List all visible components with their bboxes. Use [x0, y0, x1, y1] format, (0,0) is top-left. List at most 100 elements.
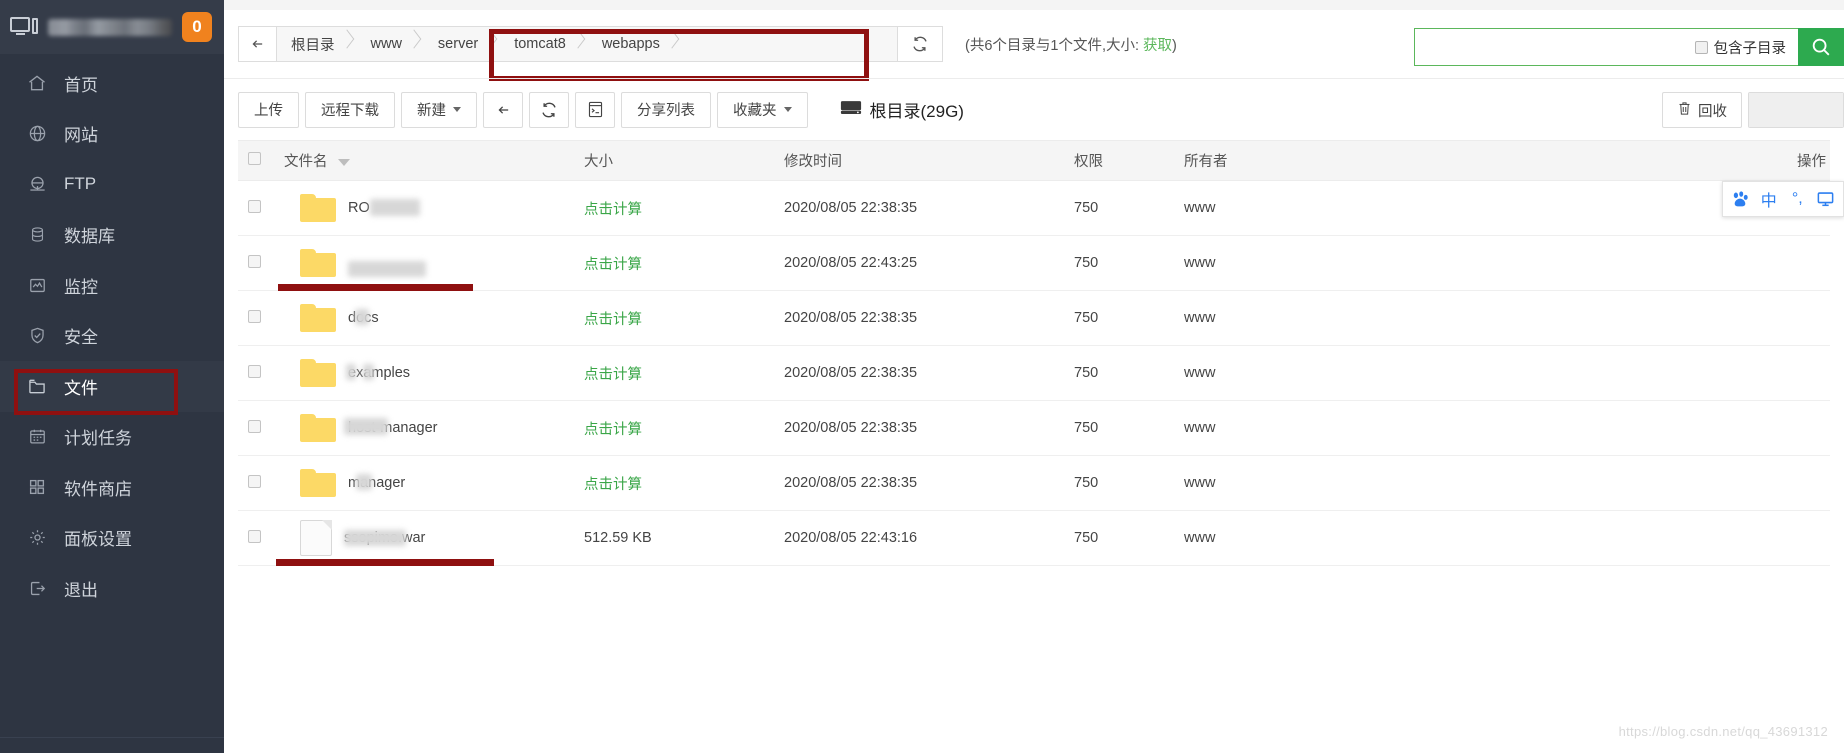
file-name[interactable]: examples [346, 364, 410, 381]
row-checkbox[interactable] [248, 309, 261, 323]
calc-size-link[interactable]: 点击计算 [584, 477, 642, 493]
share-list-button[interactable]: 分享列表 [621, 91, 711, 128]
row-checkbox[interactable] [248, 474, 261, 488]
calc-size-link[interactable]: 点击计算 [584, 367, 642, 383]
remote-download-button[interactable]: 远程下载 [305, 91, 395, 128]
sidebar-item-ftp[interactable]: FTP [0, 159, 224, 210]
recycle-bin-button[interactable]: 回收 [1662, 92, 1742, 128]
sidebar-item-home[interactable]: 首页 [0, 58, 224, 109]
row-ops-cell[interactable] [1418, 290, 1830, 346]
row-checkbox[interactable] [248, 199, 261, 213]
column-header-owner[interactable]: 所有者 [1178, 140, 1418, 181]
row-name-cell[interactable]: host-manager [278, 400, 578, 456]
sort-desc-icon[interactable] [337, 158, 350, 166]
row-perm-cell[interactable]: 750 [1068, 510, 1178, 566]
row-owner-cell[interactable]: www [1178, 455, 1418, 511]
sidebar-item-monitor[interactable]: 监控 [0, 260, 224, 311]
row-owner-cell[interactable]: www [1178, 510, 1418, 566]
toolbar-back-button[interactable] [483, 91, 523, 128]
row-perm-cell[interactable]: 750 [1068, 400, 1178, 456]
notification-badge[interactable]: 0 [182, 12, 212, 42]
row-ops-cell[interactable] [1418, 235, 1830, 291]
calc-size-link[interactable]: 点击计算 [584, 422, 642, 438]
breadcrumb-item-tomcat8[interactable]: tomcat8 [498, 27, 586, 61]
breadcrumb-item-webapps[interactable]: webapps [586, 27, 680, 61]
calc-size-link[interactable]: 点击计算 [584, 202, 642, 218]
search-button[interactable] [1798, 28, 1844, 66]
table-row[interactable]: RO 点击计算 2020/08/05 22:38:35 750 www [238, 180, 1830, 236]
row-checkbox[interactable] [248, 529, 261, 543]
chinese-mode-icon[interactable]: 中 [1756, 182, 1783, 216]
row-owner-cell[interactable]: www [1178, 345, 1418, 401]
new-button[interactable]: 新建 [401, 91, 477, 128]
sidebar-item-database[interactable]: 数据库 [0, 210, 224, 261]
name-mask [348, 261, 426, 277]
file-name[interactable]: ssopimo.war [344, 530, 425, 546]
row-perm-cell[interactable]: 750 [1068, 290, 1178, 346]
table-row[interactable]: 点击计算 2020/08/05 22:43:25 750 www [238, 235, 1830, 291]
row-name-cell[interactable]: docs [278, 290, 578, 346]
breadcrumb-item-root[interactable]: 根目录 [277, 27, 355, 61]
sidebar-item-crontab[interactable]: 计划任务 [0, 412, 224, 463]
row-name-cell[interactable] [278, 235, 578, 291]
row-perm-cell[interactable]: 750 [1068, 345, 1178, 401]
path-back-button[interactable] [238, 26, 276, 62]
table-row[interactable]: docs 点击计算 2020/08/05 22:38:35 750 www [238, 290, 1830, 346]
row-checkbox[interactable] [248, 254, 261, 268]
favorites-button[interactable]: 收藏夹 [717, 91, 808, 128]
row-name-cell[interactable]: examples [278, 345, 578, 401]
path-refresh-button[interactable] [897, 26, 943, 62]
column-header-mtime[interactable]: 修改时间 [778, 140, 1068, 181]
table-row[interactable]: ssopimo.war 512.59 KB 2020/08/05 22:43:1… [238, 510, 1830, 566]
row-perm-cell[interactable]: 750 [1068, 235, 1178, 291]
search-input[interactable] [1413, 28, 1695, 66]
breadcrumb-item-server[interactable]: server [422, 27, 498, 61]
column-header-perm[interactable]: 权限 [1068, 140, 1178, 181]
table-row[interactable]: examples 点击计算 2020/08/05 22:38:35 750 ww… [238, 345, 1830, 401]
row-name-cell[interactable]: manager [278, 455, 578, 511]
sidebar-item-logout[interactable]: 退出 [0, 563, 224, 614]
upload-button[interactable]: 上传 [238, 91, 299, 128]
sidebar-item-files[interactable]: 文件 [0, 361, 224, 412]
row-owner-cell[interactable]: www [1178, 235, 1418, 291]
toolbar-overflow-button[interactable] [1748, 92, 1844, 128]
file-name[interactable]: RO [348, 199, 420, 216]
column-header-size[interactable]: 大小 [578, 140, 778, 181]
calc-size-link[interactable]: 点击计算 [584, 257, 642, 273]
select-all-checkbox[interactable] [248, 152, 261, 165]
row-ops-cell[interactable] [1418, 455, 1830, 511]
row-ops-cell[interactable] [1418, 510, 1830, 566]
column-header-name[interactable]: 文件名 [278, 140, 578, 181]
row-ops-cell[interactable] [1418, 345, 1830, 401]
row-owner-cell[interactable]: www [1178, 290, 1418, 346]
sidebar-item-appstore[interactable]: 软件商店 [0, 462, 224, 513]
recycle-bin-label: 回收 [1698, 103, 1727, 120]
calc-size-link[interactable]: 点击计算 [584, 312, 642, 328]
baidu-paw-icon[interactable] [1727, 182, 1754, 216]
table-row[interactable]: host-manager 点击计算 2020/08/05 22:38:35 75… [238, 400, 1830, 456]
row-ops-cell[interactable] [1418, 400, 1830, 456]
include-subdir-checkbox[interactable] [1694, 40, 1708, 54]
table-row[interactable]: manager 点击计算 2020/08/05 22:38:35 750 www [238, 455, 1830, 511]
file-name[interactable]: manager [348, 474, 405, 491]
directory-size-link[interactable]: 获取 [1143, 38, 1172, 54]
toolbar-refresh-button[interactable] [529, 91, 569, 128]
terminal-button[interactable] [575, 91, 615, 128]
row-checkbox[interactable] [248, 419, 261, 433]
punctuation-mode-icon[interactable]: °, [1784, 182, 1811, 216]
keyboard-icon[interactable] [1813, 182, 1840, 216]
row-owner-cell[interactable]: www [1178, 400, 1418, 456]
sidebar-item-panel-settings[interactable]: 面板设置 [0, 513, 224, 564]
row-perm-cell[interactable]: 750 [1068, 455, 1178, 511]
sidebar-item-website[interactable]: 网站 [0, 109, 224, 160]
file-name[interactable]: host-manager [344, 418, 437, 436]
row-perm-cell[interactable]: 750 [1068, 180, 1178, 236]
row-owner-cell[interactable]: www [1178, 180, 1418, 236]
row-name-cell[interactable]: RO [278, 180, 578, 236]
sidebar-item-security[interactable]: 安全 [0, 311, 224, 362]
breadcrumb-item-www[interactable]: www [355, 27, 422, 61]
include-subdir-toggle[interactable]: 包含子目录 [1694, 28, 1798, 66]
row-checkbox[interactable] [248, 364, 261, 378]
row-name-cell[interactable]: ssopimo.war [276, 510, 578, 566]
file-name[interactable]: docs [348, 309, 379, 326]
